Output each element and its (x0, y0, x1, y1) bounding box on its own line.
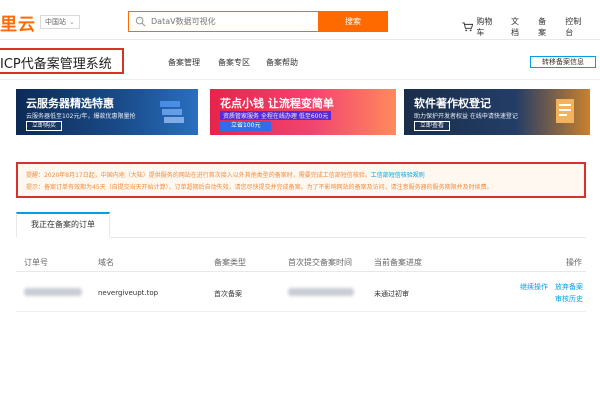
banner-subtitle: 资质管家服务 全程在线办理 低至600元 (220, 111, 332, 120)
search-input[interactable] (151, 14, 321, 29)
banner-title: 花点小钱 让流程变简单 (220, 97, 334, 110)
subnav-help[interactable]: 备案帮助 (266, 57, 298, 68)
banner-qualification-service[interactable]: 花点小钱 让流程变简单 资质管家服务 全程在线办理 低至600元 立省100元 (210, 89, 396, 135)
continue-button[interactable]: 继续操作 (520, 282, 548, 292)
col-progress: 当前备案进度 (374, 258, 422, 267)
notice-line-1: 提醒：2020年8月17日起，中国内地（大陆）提供服务的网站在进行首次接入以外其… (26, 170, 425, 179)
top-nav: 购物车 文档 备案 控制台 (462, 16, 600, 38)
nav-beian[interactable]: 备案 (538, 16, 553, 38)
subnav-manage[interactable]: 备案管理 (168, 57, 200, 68)
page-title: ICP代备案管理系统 (0, 57, 112, 72)
server-illustration-icon (160, 101, 184, 123)
logo[interactable]: 里云 (0, 10, 36, 35)
chevron-down-icon: ⌄ (69, 18, 75, 26)
region-selector[interactable]: 中国站 ⌄ (40, 15, 80, 29)
col-order-id: 订单号 (24, 258, 48, 267)
top-bar: 里云 中国站⌄ 搜索 购物车 文档 备案 控制台 (0, 0, 600, 40)
search-bar: 搜索 (128, 11, 388, 32)
order-id-redacted (24, 288, 82, 296)
banner-title: 软件著作权登记 (414, 97, 491, 110)
banner-copyright[interactable]: 软件著作权登记 助力保护开发者权益 在线申请快速登记 立即查看 (404, 89, 590, 135)
transfer-button[interactable]: 转移备案信息 (530, 56, 596, 68)
banner-button[interactable]: 立省100元 (220, 121, 272, 131)
banner-server-promo[interactable]: 云服务器精选特惠 云服务器低至102元/年，爆款优惠限量抢 立即购买 (16, 89, 198, 135)
document-illustration-icon (556, 99, 574, 123)
search-button[interactable]: 搜索 (318, 11, 388, 32)
row-progress: 未通过初审 (374, 290, 409, 298)
nav-cart[interactable]: 购物车 (476, 16, 499, 38)
search-icon (135, 16, 146, 27)
nav-docs[interactable]: 文档 (511, 16, 526, 38)
notice-box: 提醒：2020年8月17日起，中国内地（大陆）提供服务的网站在进行首次接入以外其… (16, 162, 586, 198)
banner-button[interactable]: 立即购买 (26, 121, 63, 131)
tab-my-orders[interactable]: 我正在备案的订单 (16, 212, 110, 238)
region-label: 中国站 (45, 18, 66, 26)
notice-line-2: 提示：备案订单有效期为45天（自提交当天开始计算），订单超期后自动失效，请您尽快… (26, 184, 493, 191)
col-actions: 操作 (566, 258, 582, 267)
abandon-button[interactable]: 放弃备案 (555, 282, 583, 292)
banner-button[interactable]: 立即查看 (414, 121, 451, 131)
col-domain: 域名 (98, 258, 114, 267)
banner-subtitle: 助力保护开发者权益 在线申请快速登记 (414, 113, 518, 120)
row-domain: nevergiveupt.top (98, 289, 159, 297)
col-type: 备案类型 (214, 258, 246, 267)
sms-verification-link[interactable]: 工信部短信核验规则 (371, 172, 425, 179)
submit-time-redacted (288, 288, 354, 296)
review-history-button[interactable]: 审核历史 (555, 294, 583, 304)
row-type: 首次备案 (214, 290, 242, 298)
subnav-zone[interactable]: 备案专区 (218, 57, 250, 68)
banner-title: 云服务器精选特惠 (26, 97, 114, 110)
col-submit-time: 首次提交备案时间 (288, 258, 352, 267)
cart-icon (462, 22, 474, 32)
banner-subtitle: 云服务器低至102元/年，爆款优惠限量抢 (26, 113, 136, 120)
notice-text-1: 提醒：2020年8月17日起，中国内地（大陆）提供服务的网站在进行首次接入以外其… (26, 172, 371, 179)
nav-console[interactable]: 控制台 (565, 16, 588, 38)
